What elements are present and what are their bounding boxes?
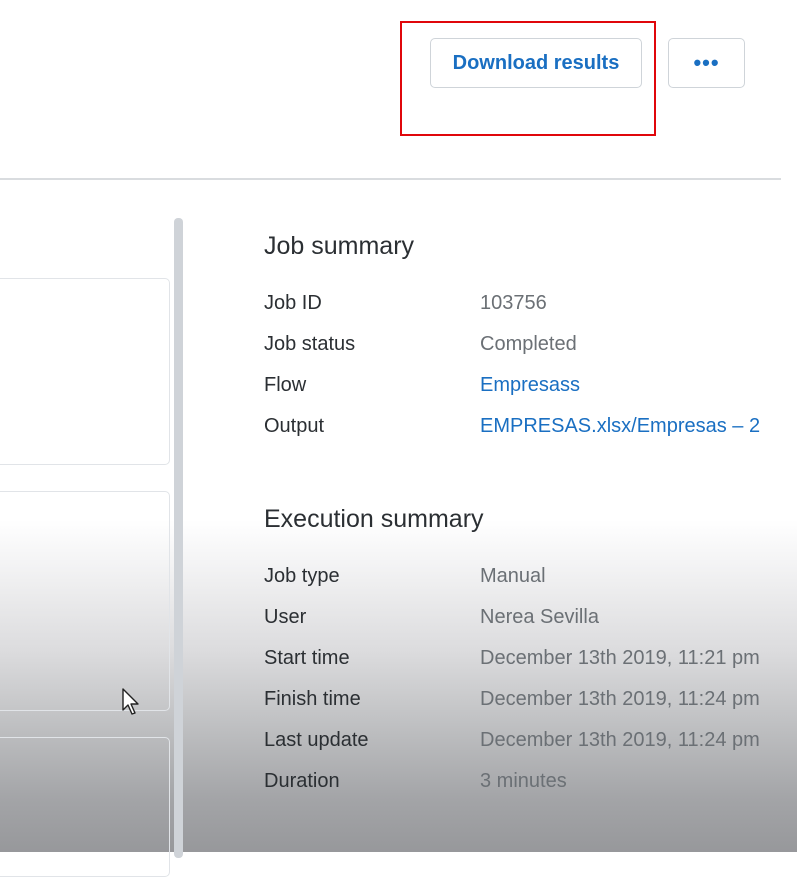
start-time-label: Start time: [264, 647, 350, 669]
user-value: Nerea Sevilla: [480, 606, 599, 628]
left-panel-card[interactable]: [0, 491, 170, 711]
start-time-value: December 13th 2019, 11:21 pm: [480, 647, 760, 669]
last-update-value: December 13th 2019, 11:24 pm: [480, 729, 760, 751]
left-panel-card[interactable]: [0, 737, 170, 877]
output-label: Output: [264, 415, 325, 437]
job-status-label: Job status: [264, 333, 356, 355]
output-link[interactable]: EMPRESAS.xlsx/Empresas – 2: [480, 415, 760, 438]
duration-label: Duration: [264, 770, 340, 792]
download-results-button[interactable]: Download results: [430, 38, 642, 88]
more-options-button[interactable]: •••: [668, 38, 745, 88]
scrollbar[interactable]: [174, 218, 183, 858]
left-panel-card[interactable]: [0, 278, 170, 465]
job-status-value: Completed: [480, 333, 577, 355]
last-update-label: Last update: [264, 729, 369, 751]
finish-time-label: Finish time: [264, 688, 361, 710]
job-id-label: Job ID: [264, 292, 322, 314]
execution-summary-title: Execution summary: [264, 505, 484, 533]
flow-label: Flow: [264, 374, 307, 396]
finish-time-value: December 13th 2019, 11:24 pm: [480, 688, 760, 710]
user-label: User: [264, 606, 307, 628]
duration-value: 3 minutes: [480, 770, 567, 792]
mouse-pointer-icon: [122, 688, 139, 715]
job-id-value: 103756: [480, 292, 547, 314]
flow-link[interactable]: Empresass: [480, 374, 580, 397]
job-type-value: Manual: [480, 565, 546, 587]
job-type-label: Job type: [264, 565, 340, 587]
header-divider: [0, 178, 781, 180]
job-summary-title: Job summary: [264, 232, 415, 260]
